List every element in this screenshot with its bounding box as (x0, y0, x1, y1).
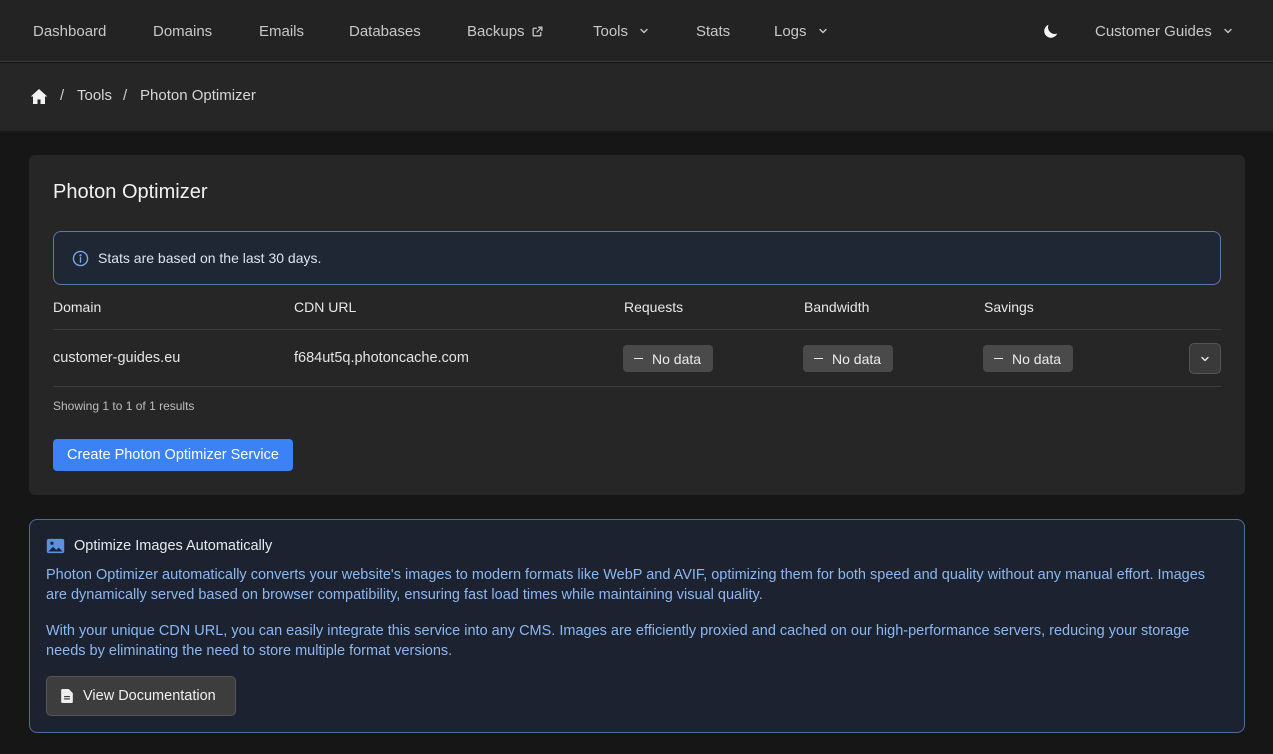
breadcrumb-tools[interactable]: Tools (77, 87, 112, 104)
nav-domains[interactable]: Domains (153, 20, 212, 42)
pagination-summary: Showing 1 to 1 of 1 results (53, 399, 195, 413)
info-icon (72, 250, 89, 267)
panel-paragraph-1: Photon Optimizer automatically converts … (46, 567, 1206, 603)
photon-optimizer-card: Photon Optimizer Stats are based on the … (29, 155, 1245, 495)
panel-paragraph-2: With your unique CDN URL, you can easily… (46, 623, 1190, 659)
nav-tools-label: Tools (593, 22, 629, 40)
create-service-button[interactable]: Create Photon Optimizer Service (53, 439, 293, 471)
breadcrumb-current: Photon Optimizer (140, 87, 256, 104)
minus-icon (634, 357, 643, 360)
savings-value: No data (1012, 350, 1062, 367)
breadcrumb: / Tools / Photon Optimizer (0, 63, 1273, 131)
nav-backups[interactable]: Backups (467, 20, 544, 42)
nav-tools[interactable]: Tools (593, 20, 650, 42)
requests-value: No data (652, 350, 702, 367)
row-expand-button[interactable] (1189, 343, 1221, 374)
nav-emails-label: Emails (259, 22, 305, 40)
cell-domain: customer-guides.eu (53, 350, 181, 366)
bandwidth-value: No data (832, 350, 882, 367)
page-title: Photon Optimizer (53, 181, 208, 203)
column-header-cdn-url: CDN URL (294, 299, 357, 315)
nav-emails[interactable]: Emails (259, 20, 304, 42)
column-header-savings: Savings (984, 299, 1034, 315)
moon-icon (1044, 24, 1058, 38)
nav-logs-label: Logs (774, 22, 807, 40)
optimize-info-panel: Optimize Images Automatically Photon Opt… (29, 519, 1245, 733)
nav-stats-label: Stats (696, 22, 731, 40)
chevron-down-icon (1201, 356, 1209, 361)
info-text: Stats are based on the last 30 days. (98, 250, 322, 266)
column-header-requests: Requests (624, 299, 684, 315)
minus-icon (994, 357, 1003, 360)
minus-icon (814, 357, 823, 360)
chevron-down-icon (640, 28, 648, 34)
account-menu[interactable]: Customer Guides (1095, 20, 1234, 42)
info-alert: Stats are based on the last 30 days. (53, 231, 1221, 285)
nav-dashboard-label: Dashboard (33, 22, 107, 40)
column-header-bandwidth: Bandwidth (804, 299, 870, 315)
bandwidth-badge: No data (803, 345, 893, 372)
dark-mode-toggle[interactable] (1041, 20, 1060, 42)
table-row-divider (53, 386, 1221, 387)
external-link-icon (532, 26, 543, 36)
requests-badge: No data (623, 345, 713, 372)
nav-stats[interactable]: Stats (696, 20, 730, 42)
account-name: Customer Guides (1095, 22, 1212, 40)
nav-logs[interactable]: Logs (774, 20, 829, 42)
nav-domains-label: Domains (153, 22, 213, 40)
table-header-divider (53, 329, 1221, 330)
document-icon (61, 689, 73, 703)
nav-dashboard[interactable]: Dashboard (33, 20, 106, 42)
chevron-down-icon (818, 28, 827, 34)
nav-backups-label: Backups (467, 22, 525, 40)
panel-title: Optimize Images Automatically (74, 538, 273, 554)
nav-databases-label: Databases (349, 22, 421, 40)
column-header-domain: Domain (53, 299, 102, 315)
chevron-down-icon (1224, 28, 1232, 34)
nav-databases[interactable]: Databases (349, 20, 421, 42)
cell-cdn-url: f684ut5q.photoncache.com (294, 350, 469, 366)
home-icon[interactable] (30, 88, 48, 110)
top-navigation: Dashboard Domains Emails Databases Backu… (0, 0, 1273, 62)
view-documentation-button[interactable]: View Documentation (46, 676, 236, 716)
breadcrumb-separator: / (60, 87, 65, 104)
image-icon (46, 538, 65, 554)
view-documentation-label: View Documentation (83, 688, 216, 704)
breadcrumb-separator: / (123, 87, 128, 104)
savings-badge: No data (983, 345, 1073, 372)
